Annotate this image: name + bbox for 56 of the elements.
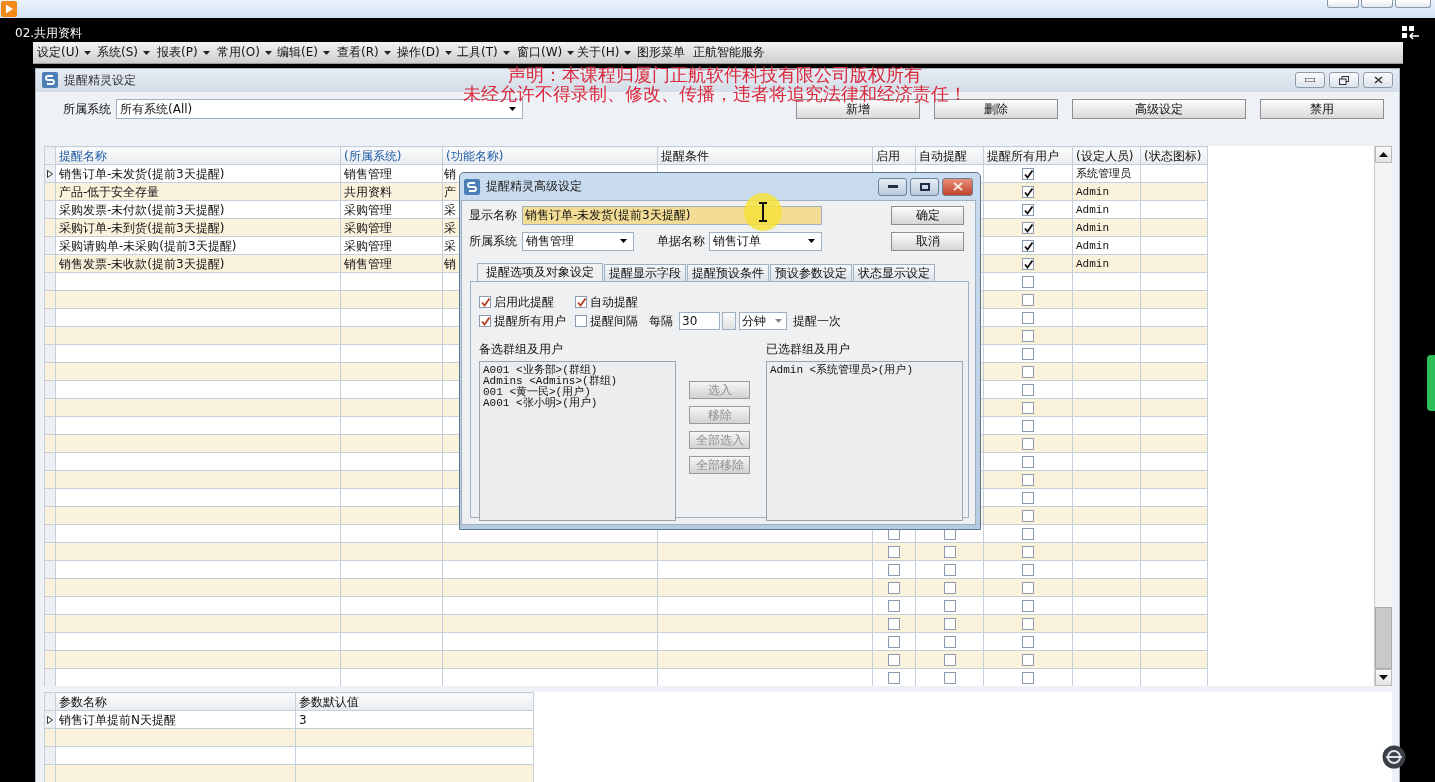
- menu-item[interactable]: 查看(R): [336, 42, 396, 63]
- tab[interactable]: 状态显示设定: [853, 264, 935, 281]
- column-header[interactable]: (状态图标): [1140, 146, 1208, 165]
- list-item[interactable]: Admins <Admins>(群组): [483, 376, 672, 387]
- video-title: 02.共用资料: [15, 26, 83, 40]
- dropdown[interactable]: 销售管理: [522, 231, 634, 251]
- list-label: 备选群组及用户: [479, 341, 564, 358]
- menu-item[interactable]: 常用(O): [216, 42, 276, 63]
- list-item[interactable]: A001 <业务部>(群组): [483, 365, 672, 376]
- tab[interactable]: 提醒预设条件: [687, 264, 769, 281]
- field-label: 所属系统: [63, 100, 112, 118]
- toolbar-button[interactable]: 高级设定: [1072, 99, 1246, 120]
- toolbar-button[interactable]: 禁用: [1260, 99, 1384, 120]
- menu-item[interactable]: 工具(T): [456, 42, 516, 63]
- field-label: 提醒一次: [793, 312, 841, 330]
- checkbox-label: 提醒间隔: [590, 312, 638, 330]
- menu-item[interactable]: 关于(H): [576, 42, 636, 63]
- list-item[interactable]: A001 <张小明>(用户): [483, 398, 672, 409]
- ok-button[interactable]: 确定: [891, 205, 964, 225]
- tab[interactable]: 预设参数设定: [770, 264, 852, 281]
- window-title: 提醒精灵设定: [64, 71, 136, 89]
- column-header[interactable]: 自动提醒: [915, 146, 984, 165]
- column-header[interactable]: 提醒所有用户: [983, 146, 1073, 165]
- checkbox-label: 自动提醒: [590, 293, 638, 311]
- list-label: 已选群组及用户: [766, 341, 851, 358]
- column-header[interactable]: 启用: [872, 146, 916, 165]
- notice-text: 声明：本课程归厦门正航软件科技有限公司版权所有: [508, 66, 922, 85]
- checkbox-label: 启用此提醒: [494, 293, 554, 311]
- column-header[interactable]: (所属系统): [340, 146, 443, 165]
- dropdown[interactable]: 销售订单: [709, 231, 822, 251]
- tab[interactable]: 提醒显示字段: [604, 264, 686, 281]
- column-header[interactable]: (设定人员): [1072, 146, 1141, 165]
- menu-item[interactable]: 窗口(W): [516, 42, 576, 63]
- tab[interactable]: 提醒选项及对象设定: [477, 263, 603, 281]
- dropdown[interactable]: 分钟: [739, 312, 787, 330]
- menu-item[interactable]: 操作(D): [396, 42, 456, 63]
- list-item[interactable]: Admin <系统管理员>(用户): [770, 365, 959, 376]
- list-box[interactable]: A001 <业务部>(群组) Admins <Admins>(群组) 001 <黄一民>(用户) A001 <张小明>(用户): [479, 361, 676, 521]
- list-box[interactable]: Admin <系统管理员>(用户): [766, 361, 963, 521]
- menu-item[interactable]: 图形菜单: [636, 42, 686, 63]
- checkbox-label: 提醒所有用户: [494, 312, 566, 330]
- menu-item[interactable]: 报表(P): [156, 42, 216, 63]
- column-header[interactable]: 提醒名称: [55, 146, 341, 165]
- cancel-button[interactable]: 取消: [891, 231, 964, 251]
- column-header[interactable]: 提醒条件: [657, 146, 873, 165]
- menu-item[interactable]: 编辑(E): [276, 42, 336, 63]
- list-item[interactable]: 001 <黄一民>(用户): [483, 387, 672, 398]
- menu-item[interactable]: 正航智能服务: [692, 42, 766, 63]
- column-header[interactable]: 参数默认值: [295, 692, 534, 711]
- field-label: 单据名称: [657, 232, 706, 250]
- column-header[interactable]: (功能名称): [442, 146, 658, 165]
- number-field[interactable]: 30: [679, 312, 720, 330]
- menu-item[interactable]: 设定(U): [36, 42, 96, 63]
- field-label: 每隔: [649, 312, 674, 330]
- menu-item[interactable]: 系统(S): [96, 42, 156, 63]
- column-header[interactable]: 参数名称: [55, 692, 296, 711]
